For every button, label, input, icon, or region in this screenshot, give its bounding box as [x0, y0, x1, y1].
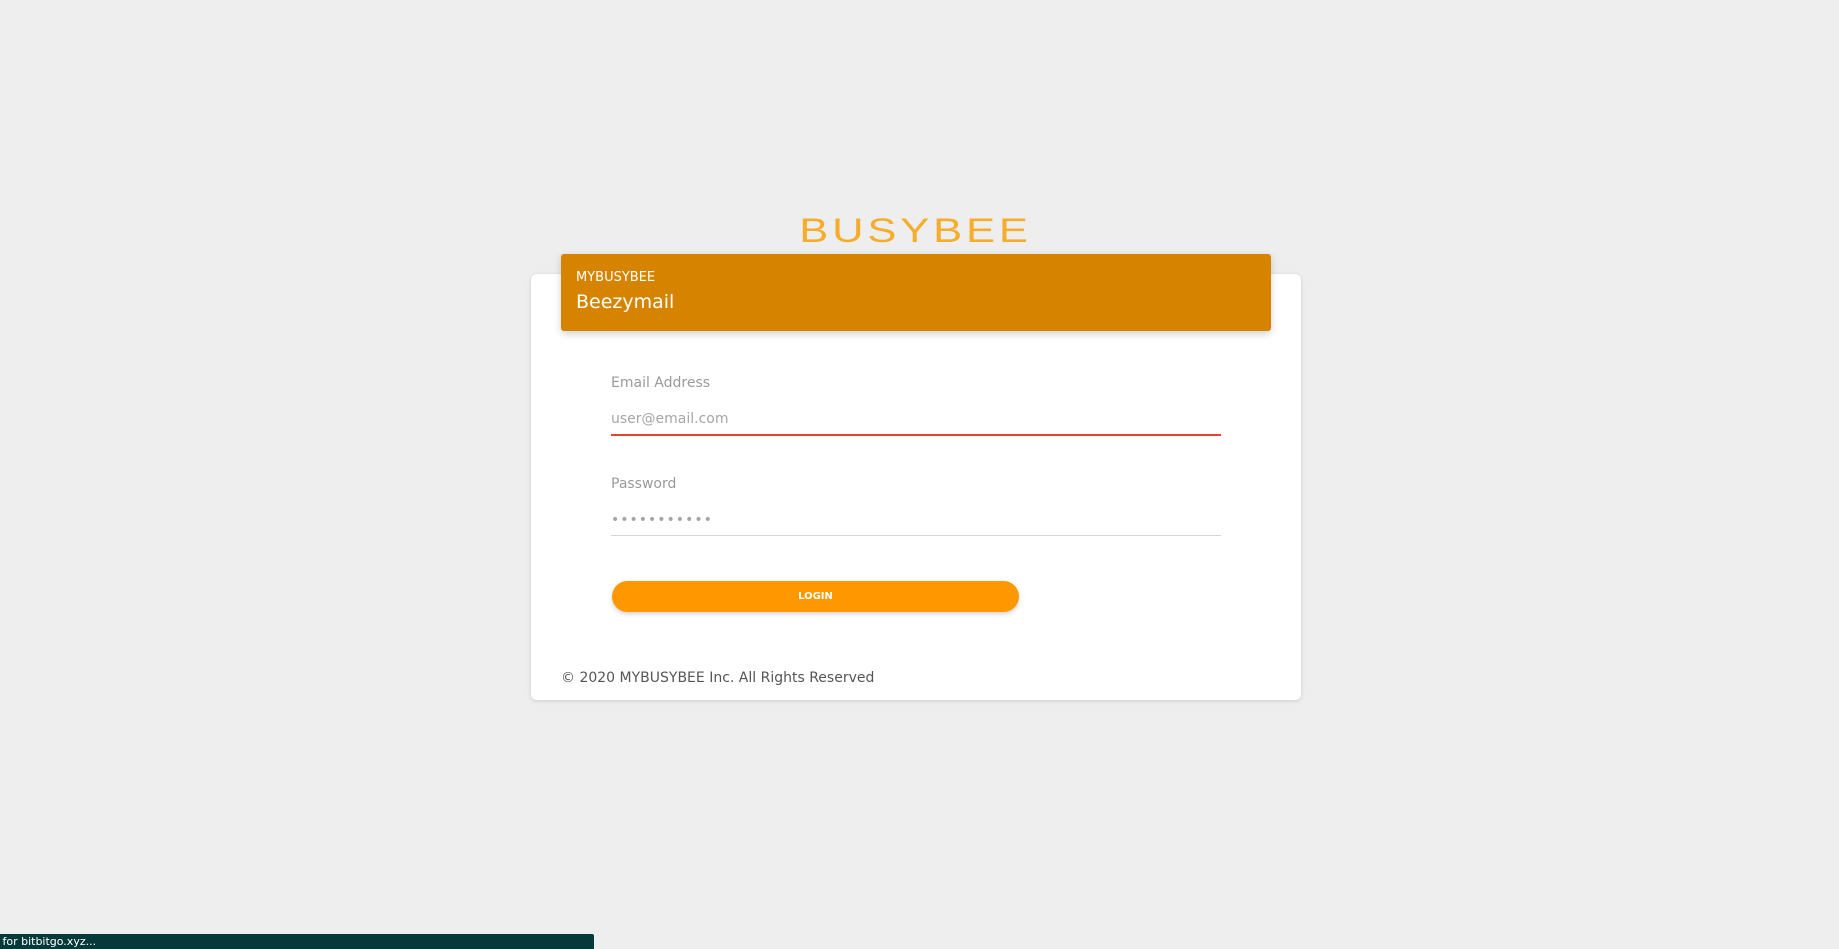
- copyright-text: © 2020 MYBUSYBEE Inc. All Rights Reserve…: [561, 670, 875, 686]
- email-input[interactable]: [611, 404, 1221, 436]
- brand-label: MYBUSYBEE: [576, 270, 656, 285]
- app-title: Beezymail: [576, 291, 675, 313]
- browser-status-text: n for bitbitgo.xyz...: [0, 935, 97, 948]
- browser-status-bar: n for bitbitgo.xyz...: [0, 934, 594, 949]
- login-card-header: MYBUSYBEE Beezymail: [561, 254, 1271, 331]
- login-button[interactable]: LOGIN: [612, 581, 1019, 612]
- password-label: Password: [611, 476, 677, 492]
- busybee-logo: BUSYBEE: [799, 212, 1032, 250]
- password-input[interactable]: [611, 505, 1221, 536]
- email-label: Email Address: [611, 375, 711, 391]
